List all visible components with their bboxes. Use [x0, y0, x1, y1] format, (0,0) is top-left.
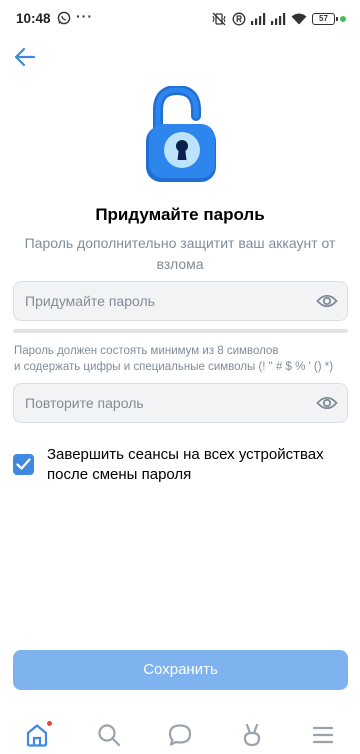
tab-messages[interactable]	[167, 722, 193, 748]
repeat-password-field[interactable]	[13, 383, 348, 423]
clips-icon	[243, 723, 261, 747]
privacy-indicator-dot	[340, 16, 346, 22]
page-title: Придумайте пароль	[95, 205, 265, 224]
battery-icon: 57	[312, 13, 338, 25]
hint-line-2: и содержать цифры и специальные символы …	[14, 361, 334, 373]
vibrate-off-icon	[211, 12, 227, 26]
notification-dot	[46, 720, 53, 727]
tab-menu[interactable]	[310, 722, 336, 748]
menu-icon	[312, 726, 334, 744]
registered-icon	[232, 12, 246, 26]
tab-search[interactable]	[96, 722, 122, 748]
password-strength-bar	[13, 329, 348, 333]
change-password-screen: 10:48 ··· 57 Придумайте пароль Пароль до…	[0, 0, 360, 754]
search-icon	[98, 724, 121, 747]
signal-2-icon	[271, 13, 286, 25]
status-time: 10:48	[16, 11, 51, 26]
status-bar: 10:48 ··· 57	[0, 0, 360, 40]
back-button[interactable]	[10, 44, 40, 70]
bottom-tab-bar	[0, 714, 360, 754]
unlocked-padlock-icon	[145, 84, 217, 182]
messages-icon	[168, 724, 192, 746]
repeat-password-input[interactable]	[14, 384, 304, 422]
eye-icon	[316, 294, 338, 308]
logout-sessions-checkbox[interactable]	[13, 454, 34, 475]
show-repeat-password-toggle[interactable]	[316, 394, 338, 412]
password-requirements-hint: Пароль должен состоять минимум из 8 симв…	[14, 343, 354, 375]
page-subtitle: Пароль дополнительно защитит ваш аккаунт…	[24, 235, 336, 272]
arrow-left-icon	[14, 47, 36, 67]
wifi-icon	[291, 13, 307, 25]
logout-sessions-checkbox-row[interactable]: Завершить сеансы на всех устройствах пос…	[13, 445, 348, 485]
eye-icon	[316, 396, 338, 410]
tab-home[interactable]	[24, 720, 53, 748]
save-button[interactable]: Сохранить	[13, 650, 348, 690]
show-password-toggle[interactable]	[316, 292, 338, 310]
tab-clips[interactable]	[239, 722, 265, 748]
hint-line-1: Пароль должен состоять минимум из 8 симв…	[14, 345, 279, 357]
signal-icon	[251, 13, 266, 25]
logout-sessions-label: Завершить сеансы на всех устройствах пос…	[47, 446, 324, 483]
more-notifications-icon: ···	[76, 8, 93, 24]
new-password-input[interactable]	[14, 282, 304, 320]
whatsapp-icon	[57, 11, 71, 25]
new-password-field[interactable]	[13, 281, 348, 321]
checkmark-icon	[16, 458, 31, 470]
